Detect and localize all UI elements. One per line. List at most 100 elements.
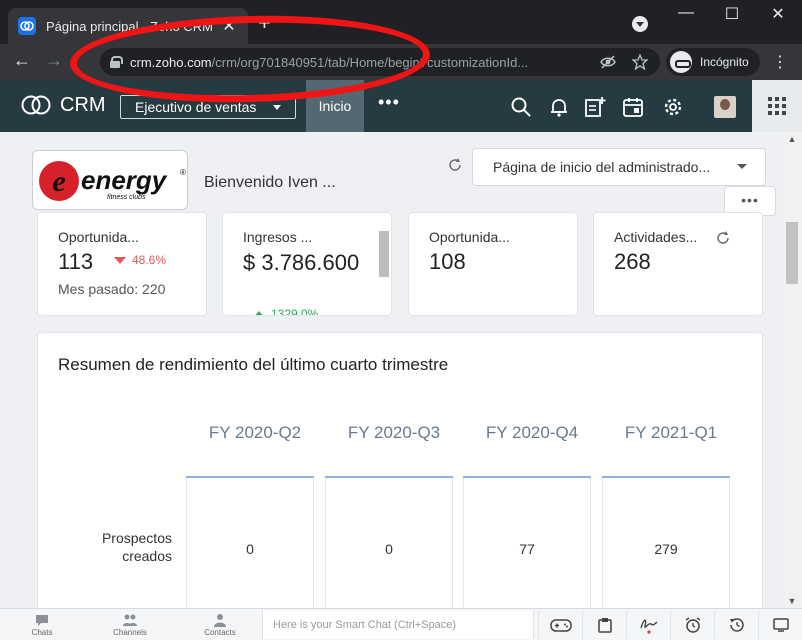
browser-tab[interactable]: Página principal - Zoho CRM ✕ bbox=[8, 8, 248, 44]
refresh-icon[interactable] bbox=[716, 231, 730, 245]
signature-button[interactable] bbox=[626, 611, 670, 639]
company-logo-card: e energy ® fitness clubs bbox=[32, 150, 188, 210]
crm-logo[interactable]: CRM bbox=[20, 93, 106, 117]
kpi-value: 108 bbox=[429, 249, 466, 274]
eye-off-icon[interactable] bbox=[600, 54, 616, 70]
screen-button[interactable] bbox=[758, 611, 802, 639]
incognito-badge[interactable]: Incógnito bbox=[666, 48, 760, 76]
close-window-button[interactable]: ✕ bbox=[758, 4, 798, 24]
table-cell[interactable]: 0 bbox=[325, 541, 453, 557]
tab-close-icon[interactable]: ✕ bbox=[220, 16, 238, 36]
kpi-value: 268 bbox=[614, 249, 651, 274]
minimize-button[interactable]: — bbox=[666, 4, 706, 22]
bell-icon[interactable] bbox=[548, 96, 570, 118]
page-scrollbar-thumb[interactable] bbox=[786, 222, 798, 284]
alarm-button[interactable] bbox=[670, 611, 714, 639]
column-header: FY 2021-Q1 bbox=[624, 423, 718, 442]
chevron-down-icon bbox=[273, 105, 281, 110]
zoho-crm-favicon-icon bbox=[18, 17, 36, 35]
url-host: crm.zoho.com bbox=[130, 54, 212, 70]
new-tab-button[interactable]: + bbox=[258, 12, 271, 34]
browser-menu-icon[interactable]: ⋮ bbox=[772, 52, 788, 72]
alarm-clock-icon bbox=[685, 617, 700, 633]
channels-button[interactable]: Channels bbox=[100, 611, 160, 637]
kpi-previous-month: Mes pasado: 220 bbox=[58, 281, 166, 297]
performance-title: Resumen de rendimiento del último cuarto… bbox=[58, 355, 449, 374]
app-grid-button[interactable] bbox=[752, 80, 802, 132]
role-select[interactable]: Ejecutivo de ventas bbox=[120, 95, 296, 119]
back-button[interactable]: ← bbox=[10, 50, 34, 71]
kpi-title: Actividades... bbox=[614, 229, 698, 245]
home-content: e energy ® fitness clubs Bienvenido Iven… bbox=[0, 132, 782, 608]
kpi-card-revenue[interactable]: Ingresos ... $ 3.786.600 1329.0% bbox=[222, 212, 392, 316]
kpi-delta-down: 48.6% bbox=[114, 253, 166, 267]
logo-brand-text: energy bbox=[81, 165, 168, 195]
address-bar[interactable]: crm.zoho.com /crm/org701840951/tab/Home/… bbox=[100, 48, 660, 76]
incognito-icon bbox=[670, 51, 692, 73]
smart-chat-input[interactable]: Here is your Smart Chat (Ctrl+Space) bbox=[262, 611, 534, 639]
kpi-card-activities[interactable]: Actividades... 268 bbox=[593, 212, 763, 316]
kpi-title: Ingresos ... bbox=[243, 229, 313, 245]
tab-title: Página principal - Zoho CRM bbox=[46, 18, 213, 34]
bookmark-star-icon[interactable] bbox=[632, 54, 648, 70]
gamepad-icon bbox=[549, 619, 572, 632]
tab-inicio[interactable]: Inicio bbox=[306, 80, 364, 132]
browser-toolbar: ← → crm.zoho.com /crm/org701840951/tab/H… bbox=[0, 44, 802, 80]
refresh-icon[interactable] bbox=[448, 158, 462, 172]
lock-icon[interactable] bbox=[110, 56, 123, 68]
kpi-value: 113 bbox=[58, 249, 94, 274]
maximize-button[interactable]: ☐ bbox=[712, 4, 752, 24]
scroll-up-arrow-icon[interactable]: ▲ bbox=[786, 134, 798, 144]
home-page-select[interactable]: Página de inicio del administrado... bbox=[472, 148, 766, 186]
search-icon[interactable] bbox=[510, 96, 532, 118]
history-icon bbox=[729, 618, 744, 632]
crm-logo-text: CRM bbox=[60, 93, 106, 116]
table-cell[interactable]: 77 bbox=[463, 541, 591, 557]
add-note-icon[interactable] bbox=[584, 96, 606, 118]
table-cell[interactable]: 0 bbox=[186, 541, 314, 557]
calendar-icon[interactable] bbox=[622, 96, 644, 118]
tab-search-icon[interactable] bbox=[632, 16, 648, 32]
column-header: FY 2020-Q3 bbox=[347, 423, 441, 442]
clipboard-icon bbox=[597, 618, 612, 633]
kpi-card-opportunities[interactable]: Oportunida... 113 48.6% Mes pasado: 220 bbox=[37, 212, 207, 316]
forward-button[interactable]: → bbox=[42, 50, 66, 71]
kpi-title: Oportunida... bbox=[429, 229, 510, 245]
incognito-label: Incógnito bbox=[700, 55, 749, 69]
kpi-title: Oportunida... bbox=[58, 229, 139, 245]
chats-button[interactable]: Chats bbox=[12, 611, 72, 637]
performance-summary-card: Resumen de rendimiento del último cuarto… bbox=[37, 332, 763, 608]
crm-top-bar: CRM Ejecutivo de ventas Inicio ••• bbox=[0, 80, 802, 132]
more-modules-button[interactable]: ••• bbox=[378, 92, 400, 113]
logo-registered-mark: ® bbox=[180, 168, 186, 177]
logo-tagline: fitness clubs bbox=[107, 194, 146, 201]
contacts-label: Contacts bbox=[204, 628, 236, 637]
channels-label: Channels bbox=[113, 628, 147, 637]
bottom-chat-bar: Chats Channels Contacts Here is your Sma… bbox=[0, 608, 802, 640]
user-avatar[interactable] bbox=[714, 96, 736, 118]
column-header: FY 2020-Q2 bbox=[208, 423, 302, 442]
scroll-down-arrow-icon[interactable]: ▼ bbox=[786, 596, 798, 606]
channels-icon bbox=[123, 614, 137, 626]
settings-gear-icon[interactable] bbox=[662, 96, 684, 118]
gamepad-button[interactable] bbox=[538, 611, 582, 639]
history-button[interactable] bbox=[714, 611, 758, 639]
chevron-down-icon bbox=[737, 164, 747, 169]
energy-fitness-logo: e energy ® fitness clubs bbox=[39, 161, 186, 201]
clipboard-button[interactable] bbox=[582, 611, 626, 639]
signature-icon bbox=[639, 619, 657, 634]
chat-bubble-icon bbox=[36, 615, 48, 626]
page-scrollbar[interactable] bbox=[782, 132, 802, 608]
kpi-card-scrollbar[interactable] bbox=[379, 229, 389, 311]
row-label: Prospectos creados bbox=[101, 530, 172, 564]
kpi-card-opportunities-2[interactable]: Oportunida... 108 bbox=[408, 212, 578, 316]
tab-inicio-label: Inicio bbox=[318, 98, 352, 114]
contacts-button[interactable]: Contacts bbox=[190, 611, 250, 637]
welcome-message: Bienvenido Iven ... bbox=[204, 174, 336, 191]
column-header: FY 2020-Q4 bbox=[485, 423, 579, 442]
svg-text:e: e bbox=[52, 165, 65, 198]
table-cell[interactable]: 279 bbox=[602, 541, 730, 557]
zoho-crm-logo-icon bbox=[21, 95, 51, 115]
kpi-delta-up: 1329.0% bbox=[253, 307, 318, 315]
home-page-select-label: Página de inicio del administrado... bbox=[493, 159, 711, 175]
